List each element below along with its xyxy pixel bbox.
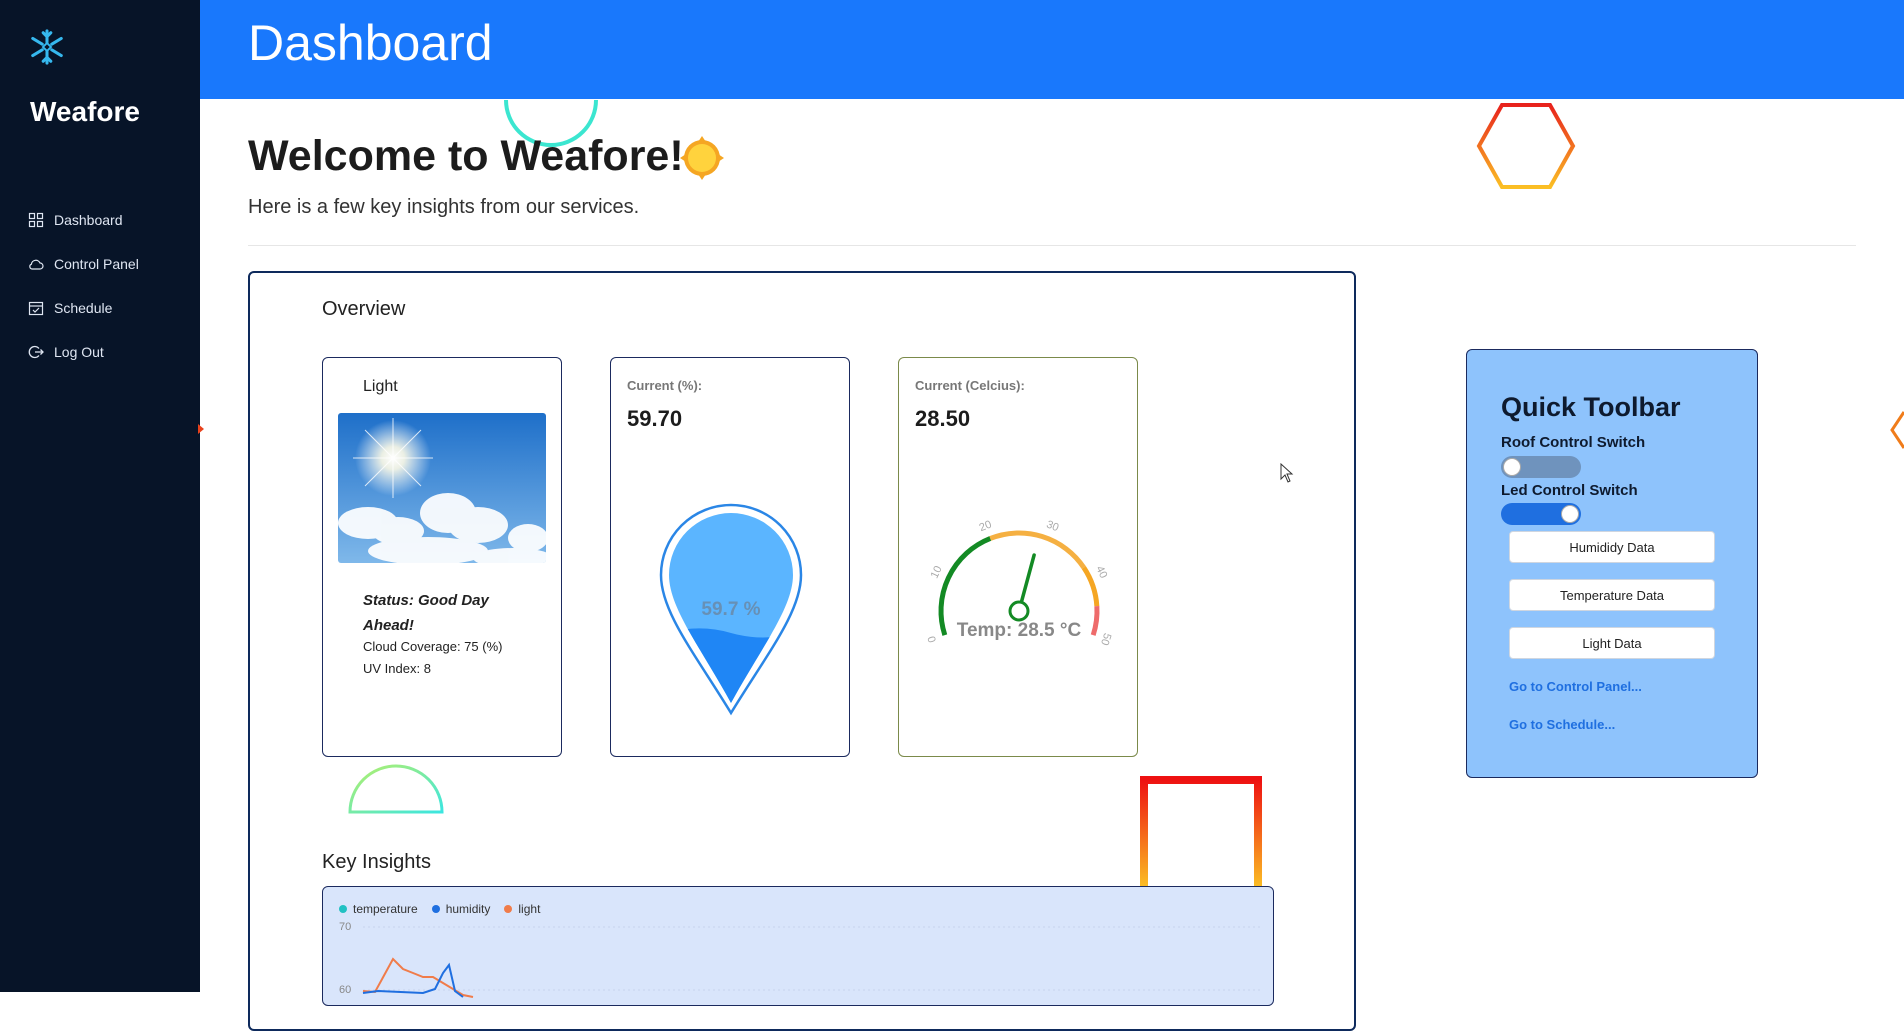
sidebar-item-control-panel[interactable]: Control Panel [28,242,198,286]
sidebar: Weafore Dashboard Control Panel Schedule [0,0,200,992]
sunny-sky-image [338,413,546,563]
decor-hexagon-icon [1476,103,1576,189]
gauge-arc-segment [1081,566,1100,607]
sidebar-item-label: Dashboard [54,212,123,228]
humidity-card: Current (%): 59.70 59.7 % [610,357,850,757]
welcome-subtitle: Here is a few key insights from our serv… [248,196,640,218]
overview-title: Overview [322,298,406,320]
sidebar-item-logout[interactable]: Log Out [28,330,198,374]
roof-control-switch[interactable] [1501,456,1581,478]
sidebar-item-label: Log Out [54,344,104,360]
divider [248,245,1856,246]
led-control-switch[interactable] [1501,503,1581,525]
schedule-link[interactable]: Go to Schedule... [1509,717,1615,732]
switch-knob [1561,505,1579,523]
light-card-title: Light [363,378,398,395]
gauge-tick-label: 40 [1093,564,1109,580]
gauge-arc-segment [1090,605,1100,636]
sidebar-item-dashboard[interactable]: Dashboard [28,198,198,242]
sidebar-item-label: Control Panel [54,256,139,272]
humidity-drop-gauge: 59.7 % [659,503,803,716]
series-humidity-line [362,962,464,998]
roof-switch-label: Roof Control Switch [1501,434,1646,451]
header-bar: Dashboard [200,0,1904,99]
cloud-coverage: Cloud Coverage: 75 (%) [363,639,503,654]
temperature-data-button[interactable]: Temperature Data [1509,579,1715,611]
sidebar-nav: Dashboard Control Panel Schedule Log Out [28,198,198,374]
gauge-tick-label: 10 [929,564,945,580]
quick-toolbar: Quick Toolbar Roof Control Switch Led Co… [1466,349,1758,778]
welcome-title: Welcome to Weafore! [248,132,684,180]
control-panel-link[interactable]: Go to Control Panel... [1509,679,1642,694]
page-title: Dashboard [248,15,493,71]
temperature-gauge-text: Temp: 28.5 °C [957,620,1082,641]
grid-icon [28,212,44,228]
y-tick-label: 60 [339,984,351,996]
gauge-tick-label: 50 [1098,631,1113,646]
led-switch-label: Led Control Switch [1501,482,1638,499]
cloud-icon [29,259,44,270]
switch-knob [1503,458,1521,476]
calendar-icon [28,301,44,316]
temperature-card: Current (Celcius): 28.50 0 10 20 30 40 50 Tem… [898,357,1138,757]
decor-diamond-icon [1890,411,1904,449]
gauge-tick-label: 20 [978,519,994,535]
logout-icon [28,345,44,359]
gauge-tick-label: 0 [926,634,939,644]
sidebar-item-label: Schedule [54,300,113,316]
uv-index: UV Index: 8 [363,661,431,676]
gauge-arc-segment [989,530,1086,569]
brand-name: Weafore [30,96,140,127]
light-data-button[interactable]: Light Data [1509,627,1715,659]
humidity-data-button[interactable]: Humididy Data [1509,531,1715,563]
light-status: Status: Good Day Ahead! [363,592,489,634]
insights-title: Key Insights [322,851,431,873]
light-card: Light Status: Good Day Ahead! Cloud Cove… [322,357,562,757]
sidebar-item-schedule[interactable]: Schedule [28,286,198,330]
y-tick-label: 70 [339,921,351,933]
sun-icon [680,136,724,180]
humidity-gauge-text: 59.7 % [701,599,760,620]
decor-arrow-icon [198,424,204,434]
mouse-cursor-icon [1280,463,1294,483]
insights-plot: 70 60 [339,921,1263,998]
toolbar-title: Quick Toolbar [1501,392,1681,422]
snowflake-logo-icon [31,29,63,65]
temperature-gauge: 0 10 20 30 40 50 Temp: 28.5 °C [926,519,1113,647]
insights-chart: temperature humidity light 70 60 [322,886,1274,1006]
gauge-tick-label: 30 [1045,519,1061,535]
